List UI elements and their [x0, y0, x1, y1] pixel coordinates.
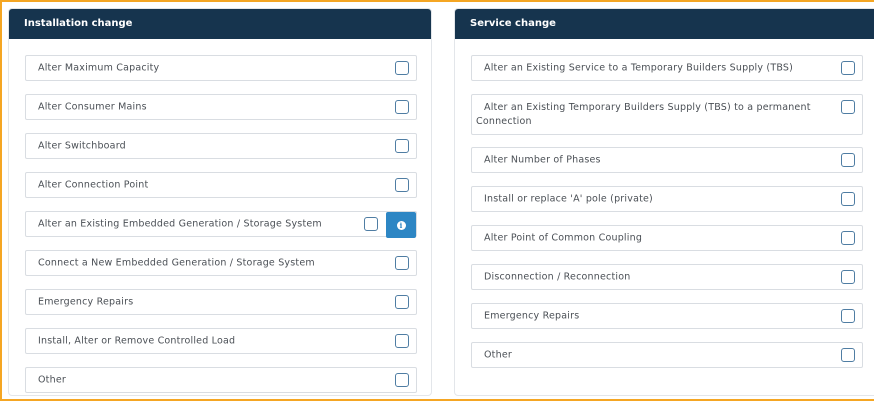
option-label: Alter Number of Phases — [484, 154, 601, 166]
checkbox[interactable] — [841, 348, 855, 362]
checkbox[interactable] — [841, 61, 855, 75]
info-icon: i — [396, 220, 406, 230]
info-button[interactable]: i — [386, 212, 416, 238]
checkbox[interactable] — [395, 334, 409, 348]
option-alter-number-of-phases[interactable]: Alter Number of Phases — [471, 147, 863, 173]
checkbox[interactable] — [395, 373, 409, 387]
checkbox[interactable] — [395, 100, 409, 114]
option-other[interactable]: Other — [471, 342, 863, 368]
service-change-title: Service change — [455, 9, 874, 39]
option-label: Alter an Existing Embedded Generation / … — [38, 218, 322, 230]
option-label: Other — [484, 349, 512, 361]
option-label: Alter an Existing Temporary Builders Sup… — [476, 102, 811, 127]
checkbox[interactable] — [841, 153, 855, 167]
option-label: Alter Connection Point — [38, 179, 149, 191]
option-alter-connection-point[interactable]: Alter Connection Point — [25, 172, 417, 198]
option-label: Install or replace 'A' pole (private) — [484, 193, 653, 205]
option-label: Alter an Existing Service to a Temporary… — [484, 62, 794, 74]
option-label: Alter Consumer Mains — [38, 101, 147, 113]
option-alter-switchboard[interactable]: Alter Switchboard — [25, 133, 417, 159]
checkbox[interactable] — [841, 270, 855, 284]
option-label: Connect a New Embedded Generation / Stor… — [38, 257, 315, 269]
option-label: Alter Switchboard — [38, 140, 126, 152]
option-connect-new-embedded-generation[interactable]: Connect a New Embedded Generation / Stor… — [25, 250, 417, 276]
option-alter-consumer-mains[interactable]: Alter Consumer Mains — [25, 94, 417, 120]
checkbox[interactable] — [395, 295, 409, 309]
option-install-replace-a-pole[interactable]: Install or replace 'A' pole (private) — [471, 186, 863, 212]
service-change-panel: Service change Alter an Existing Service… — [454, 8, 874, 396]
option-label: Alter Point of Common Coupling — [484, 232, 643, 244]
option-emergency-repairs[interactable]: Emergency Repairs — [25, 289, 417, 315]
option-label: Emergency Repairs — [38, 296, 134, 308]
option-alter-existing-embedded-generation[interactable]: Alter an Existing Embedded Generation / … — [25, 211, 417, 238]
checkbox[interactable] — [364, 217, 378, 231]
option-label: Alter Maximum Capacity — [38, 62, 160, 74]
option-other[interactable]: Other — [25, 367, 417, 393]
option-controlled-load[interactable]: Install, Alter or Remove Controlled Load — [25, 328, 417, 354]
option-label: Disconnection / Reconnection — [484, 271, 631, 283]
option-label: Install, Alter or Remove Controlled Load — [38, 335, 236, 347]
option-alter-service-to-tbs[interactable]: Alter an Existing Service to a Temporary… — [471, 55, 863, 81]
installation-change-title: Installation change — [9, 9, 431, 39]
checkbox[interactable] — [395, 139, 409, 153]
checkbox[interactable] — [395, 178, 409, 192]
checkbox[interactable] — [841, 231, 855, 245]
option-disconnection-reconnection[interactable]: Disconnection / Reconnection — [471, 264, 863, 290]
checkbox[interactable] — [841, 309, 855, 323]
option-label: Emergency Repairs — [484, 310, 580, 322]
option-alter-tbs-to-permanent[interactable]: Alter an Existing Temporary Builders Sup… — [471, 94, 863, 135]
option-alter-maximum-capacity[interactable]: Alter Maximum Capacity — [25, 55, 417, 81]
checkbox[interactable] — [395, 61, 409, 75]
checkbox[interactable] — [395, 256, 409, 270]
option-label: Other — [38, 374, 66, 386]
option-alter-point-of-common-coupling[interactable]: Alter Point of Common Coupling — [471, 225, 863, 251]
checkbox[interactable] — [841, 192, 855, 206]
checkbox[interactable] — [841, 100, 855, 114]
option-emergency-repairs[interactable]: Emergency Repairs — [471, 303, 863, 329]
installation-change-panel: Installation change Alter Maximum Capaci… — [8, 8, 432, 396]
